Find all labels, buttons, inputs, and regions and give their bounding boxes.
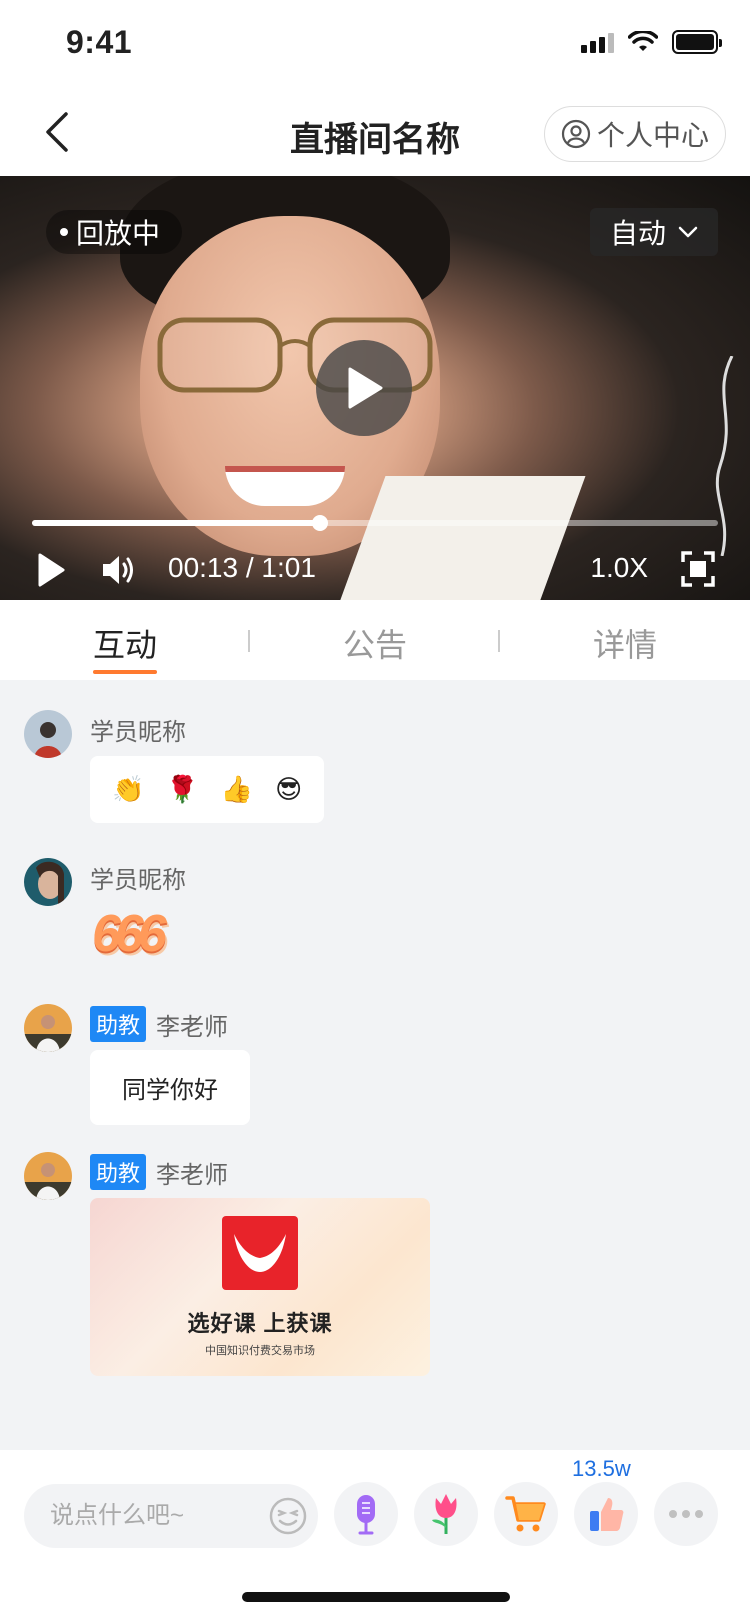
gift-flower-button[interactable] <box>414 1482 478 1546</box>
status-time: 9:41 <box>66 24 133 60</box>
play-icon <box>348 367 383 409</box>
tulip-icon <box>432 1494 457 1534</box>
center-play-button[interactable] <box>316 340 412 436</box>
like-count: 13.5w <box>572 1456 631 1481</box>
video-player[interactable]: 回放中 自动 00:13 / 1:01 1.0X <box>0 176 750 600</box>
battery-icon <box>672 30 722 54</box>
play-icon <box>38 553 65 587</box>
brand-logo-mark <box>234 1234 286 1272</box>
volume-button[interactable] <box>100 552 136 593</box>
status-bar: 9:41 <box>0 0 750 88</box>
tab-interaction[interactable]: 互动 <box>0 600 250 680</box>
chat-message: 助教 李老师 选好课 上获课 中国知识付费交易市场 <box>24 1152 444 1382</box>
like-button[interactable] <box>574 1482 638 1546</box>
tab-active-underline <box>93 670 157 674</box>
time-total: 1:01 <box>261 552 316 583</box>
tab-announcement-label: 公告 <box>342 627 407 663</box>
clap-emoji: 👏 <box>112 774 145 804</box>
avatar[interactable] <box>24 710 72 758</box>
sender-name: 学员昵称 <box>90 867 186 894</box>
video-progress-fill <box>32 520 321 526</box>
shop-cart-button[interactable] <box>494 1482 558 1546</box>
video-frame-signature <box>715 356 734 556</box>
avatar[interactable] <box>24 1152 72 1200</box>
sender-name-row: 助教 李老师 <box>90 1006 228 1042</box>
time-separator: / <box>245 552 254 583</box>
tab-details-label: 详情 <box>592 627 657 663</box>
rose-emoji: 🌹 <box>166 774 199 804</box>
sender-name: 学员昵称 <box>90 719 186 746</box>
profile-center-label: 个人中心 <box>596 120 709 151</box>
emoji-picker-icon[interactable] <box>268 1496 308 1536</box>
tab-details[interactable]: 详情 <box>500 600 750 680</box>
avatar-image <box>24 1152 72 1200</box>
chat-list[interactable]: 学员昵称 👏 🌹 👍 😎 学员昵称 666 助教 李老师 同学你好 助教 李老师… <box>0 680 750 1450</box>
cart-icon <box>505 1496 546 1532</box>
more-icon <box>669 1510 703 1518</box>
playback-time: 00:13 / 1:01 <box>168 552 316 584</box>
thumbs-up-emoji: 👍 <box>220 774 254 804</box>
sender-name: 李老师 <box>156 1161 229 1189</box>
comment-input[interactable] <box>50 1484 250 1548</box>
chevron-down-icon <box>678 226 698 238</box>
emoji-bubble[interactable]: 👏 🌹 👍 😎 <box>90 756 325 823</box>
nav-bar: 直播间名称 个人中心 <box>0 88 750 176</box>
avatar-image <box>24 710 72 758</box>
fullscreen-button[interactable] <box>680 550 716 593</box>
profile-center-button[interactable]: 个人中心 <box>543 106 726 162</box>
signal-icon <box>581 31 614 53</box>
fullscreen-icon <box>681 551 715 587</box>
replay-status-badge: 回放中 <box>46 210 183 254</box>
replay-dot <box>60 228 68 236</box>
tab-divider <box>498 630 500 652</box>
time-current: 00:13 <box>168 552 239 583</box>
tab-interaction-label: 互动 <box>92 627 157 663</box>
quality-select-button[interactable]: 自动 <box>589 208 718 256</box>
promo-subtitle: 中国知识付费交易市场 <box>205 1345 315 1357</box>
quality-label: 自动 <box>609 218 666 249</box>
more-button[interactable] <box>654 1482 718 1546</box>
volume-icon <box>103 556 133 584</box>
microphone-icon <box>357 1495 375 1535</box>
wifi-icon <box>628 31 658 51</box>
role-tag: 助教 <box>90 1154 147 1190</box>
video-progress-thumb[interactable] <box>312 515 329 531</box>
playback-speed-button[interactable]: 1.0X <box>590 552 648 584</box>
chat-message: 助教 李老师 同学你好 <box>24 1004 424 1125</box>
role-tag: 助教 <box>90 1006 147 1042</box>
tab-bar: 互动 公告 详情 <box>0 600 750 680</box>
chat-message: 学员昵称 666 <box>24 858 424 968</box>
home-indicator <box>242 1592 510 1602</box>
avatar-image <box>24 858 72 906</box>
avatar[interactable] <box>24 858 72 906</box>
chat-message: 学员昵称 👏 🌹 👍 😎 <box>24 710 424 830</box>
voice-button[interactable] <box>334 1482 398 1546</box>
tab-announcement[interactable]: 公告 <box>250 600 500 680</box>
text-bubble[interactable]: 同学你好 <box>90 1050 250 1125</box>
sender-name: 李老师 <box>156 1013 229 1041</box>
status-icons <box>581 30 722 54</box>
tab-divider <box>248 630 250 652</box>
thumbs-up-icon <box>590 1498 624 1531</box>
emoji-row: 👏 🌹 👍 😎 <box>90 756 324 823</box>
replay-status-label: 回放中 <box>76 218 161 249</box>
brand-logo <box>222 1216 298 1290</box>
sunglasses-emoji: 😎 <box>275 774 303 804</box>
avatar-image <box>24 1004 72 1052</box>
sender-name-row: 助教 李老师 <box>90 1154 228 1190</box>
user-circle-icon <box>561 119 591 149</box>
promo-title: 选好课 上获课 <box>187 1311 333 1336</box>
play-button[interactable] <box>36 552 66 593</box>
avatar[interactable] <box>24 1004 72 1052</box>
sticker-666[interactable]: 666 <box>92 904 167 964</box>
video-controls: 00:13 / 1:01 1.0X <box>0 546 750 596</box>
video-progress-bar[interactable] <box>32 515 718 531</box>
promo-card[interactable]: 选好课 上获课 中国知识付费交易市场 <box>90 1198 430 1376</box>
comment-input-box[interactable] <box>24 1484 318 1548</box>
